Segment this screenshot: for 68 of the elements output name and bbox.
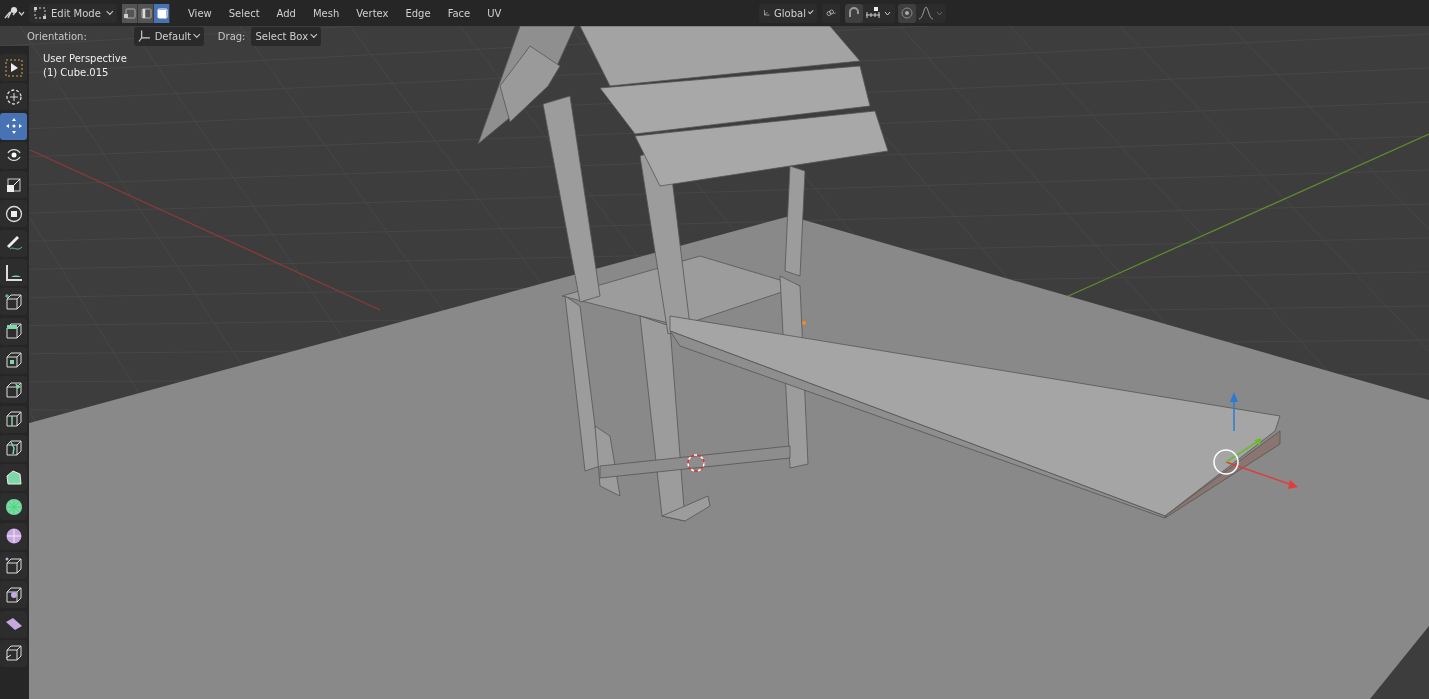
bevel-tool-button[interactable] <box>0 376 27 404</box>
menu-item[interactable]: Select <box>221 3 267 23</box>
transform-orientation-dropdown[interactable]: Global <box>759 3 817 23</box>
menu-item[interactable]: Edge <box>398 3 438 23</box>
cube-icon <box>4 322 23 341</box>
magnet-icon <box>847 6 861 20</box>
knife-tool-button[interactable] <box>0 434 27 462</box>
snap-increment-icon <box>865 6 893 20</box>
edge-slide-tool-button[interactable] <box>0 552 27 580</box>
move-arrows-icon <box>4 117 23 136</box>
cube-icon <box>4 439 23 458</box>
snap-toggle-button[interactable] <box>845 3 863 23</box>
rip-tool-button[interactable] <box>0 639 27 667</box>
cube-icon <box>4 410 23 429</box>
shrink-tool-button[interactable] <box>0 581 27 609</box>
spin-tool-button[interactable] <box>0 493 27 521</box>
polygon-icon <box>4 468 23 487</box>
measure-tool-button[interactable] <box>0 259 27 287</box>
select-box-icon <box>4 58 23 77</box>
scale-tool-button[interactable] <box>0 171 27 199</box>
menu-item[interactable]: Face <box>440 3 478 23</box>
edge-select-mode-button[interactable] <box>138 3 154 23</box>
ruler-icon <box>4 263 23 282</box>
annotate-tool-button[interactable] <box>0 229 27 257</box>
cube-icon <box>4 556 23 575</box>
shear-tool-button[interactable] <box>0 610 27 638</box>
smooth-tool-button[interactable] <box>0 522 27 550</box>
cube-icon <box>4 644 23 663</box>
inset-tool-button[interactable] <box>0 346 27 374</box>
axes-icon <box>137 29 151 43</box>
menu-item[interactable]: Mesh <box>305 3 347 23</box>
cursor-tool-button[interactable] <box>0 83 27 111</box>
spin-wheel-icon <box>4 497 23 516</box>
menu-item[interactable]: View <box>181 3 219 23</box>
crosshair-circle-icon <box>4 87 23 106</box>
scale-squares-icon <box>4 175 23 194</box>
origin-dot <box>802 321 806 325</box>
cube-icon <box>4 380 23 399</box>
extrude-tool-button[interactable] <box>0 317 27 345</box>
view-name-text: User Perspective <box>43 53 127 64</box>
cube-icon <box>4 351 23 370</box>
menu-item[interactable]: UV <box>480 3 509 23</box>
editor-type-icon <box>3 6 25 20</box>
cube-icon <box>4 585 23 604</box>
select-tool-button[interactable] <box>0 54 27 81</box>
sphere-icon <box>4 527 23 546</box>
poly-build-tool-button[interactable] <box>0 464 27 492</box>
drag-label: Drag: <box>217 30 246 42</box>
rotate-tool-button[interactable] <box>0 141 27 169</box>
loop-cut-tool-button[interactable] <box>0 405 27 433</box>
mode-dropdown[interactable]: Edit Mode <box>29 3 117 23</box>
orientation-label: Orientation: <box>27 30 87 42</box>
transform-icon <box>4 205 23 223</box>
transform-tool-button[interactable] <box>0 200 27 228</box>
add-cube-tool-button[interactable] <box>0 288 27 316</box>
face-select-mode-button[interactable] <box>154 3 170 23</box>
proportional-edit-button[interactable] <box>898 3 916 23</box>
object-name-text: (1) Cube.015 <box>43 67 110 78</box>
move-tool-button[interactable] <box>0 112 27 140</box>
menu-item[interactable]: Vertex <box>349 3 396 23</box>
menu-item[interactable]: Add <box>269 3 303 23</box>
falloff-curve-icon <box>918 6 944 20</box>
vertex-select-mode-button[interactable] <box>122 3 138 23</box>
cube-plus-icon <box>4 292 23 311</box>
mesh-mode-icon <box>33 6 47 20</box>
pivot-point-dropdown[interactable] <box>822 3 840 23</box>
3d-cursor-icon <box>687 454 705 472</box>
target-circle-icon <box>900 6 914 20</box>
